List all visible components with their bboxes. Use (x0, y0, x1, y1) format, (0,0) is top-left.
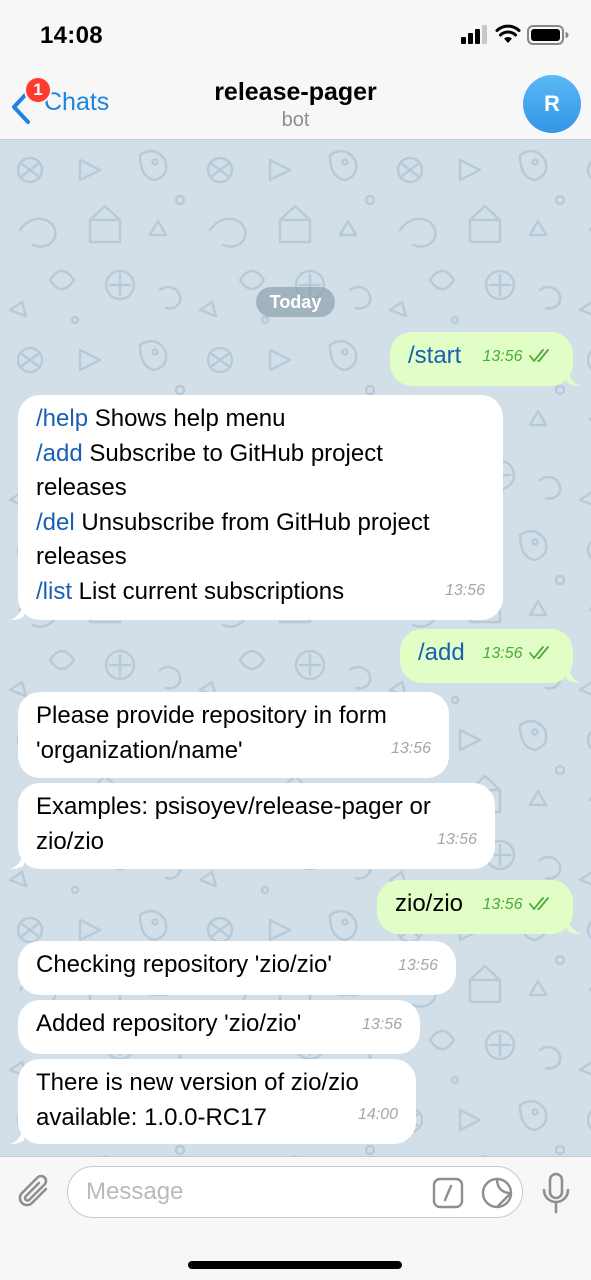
nav-bar: Chats 1 release-pager bot R (0, 66, 591, 140)
microphone-icon[interactable] (540, 1172, 572, 1214)
message-text: Unsubscribe from GitHub project (74, 508, 430, 536)
incoming-message[interactable]: /help Shows help menu /add Subscribe to … (10, 395, 503, 620)
message-line: /help Shows help menu (36, 402, 485, 437)
message-line: Examples: psisoyev/release-pager or (36, 793, 431, 820)
message-line: releases (36, 471, 485, 506)
message-time: 13:56 (444, 581, 485, 599)
bubble-tail (10, 1124, 24, 1144)
bubble-tail (567, 366, 581, 386)
wifi-icon (495, 24, 521, 43)
double-check-icon (529, 896, 549, 910)
message-line: Added repository 'zio/zio' (36, 1010, 302, 1037)
incoming-message[interactable]: Checking repository 'zio/zio' 13:56 (18, 941, 456, 995)
message-line: available: 1.0.0-RC17 (36, 1103, 267, 1131)
message-line: Please provide repository in form (36, 702, 387, 729)
message-time: 13:56 (436, 830, 477, 848)
status-bar: 14:08 (0, 0, 591, 66)
battery-icon (527, 25, 569, 45)
paperclip-icon[interactable] (16, 1173, 54, 1211)
chat-area[interactable]: Today /start 13:56 /help Shows help menu… (0, 140, 591, 1156)
double-check-icon (529, 348, 549, 362)
command-link[interactable]: /del (36, 509, 75, 536)
message-time: 13:56 (361, 1015, 402, 1033)
outgoing-message[interactable]: /start 13:56 (390, 332, 581, 386)
command-link[interactable]: /help (36, 405, 88, 432)
chat-subtitle: bot (281, 109, 310, 131)
message-field[interactable] (67, 1166, 523, 1218)
home-indicator (188, 1261, 402, 1269)
message-time: 13:56 (482, 347, 523, 365)
message-line: There is new version of zio/zio (36, 1069, 359, 1096)
message-line: 'organization/name' (36, 736, 243, 764)
double-check-icon (529, 645, 549, 659)
message-input[interactable] (86, 1175, 426, 1209)
message-text: Shows help menu (88, 405, 286, 432)
bubble-tail (10, 600, 24, 620)
command-link[interactable]: /add (36, 440, 83, 467)
bubble-tail (567, 914, 581, 934)
outgoing-message[interactable]: zio/zio 13:56 (377, 880, 581, 934)
avatar[interactable]: R (523, 75, 581, 133)
incoming-message[interactable]: There is new version of zio/zio availabl… (10, 1059, 416, 1144)
incoming-message[interactable]: Please provide repository in form 'organ… (18, 692, 449, 778)
message-time: 14:00 (357, 1105, 398, 1123)
incoming-message[interactable]: Added repository 'zio/zio' 13:56 (18, 1000, 420, 1054)
message-text: releases (36, 474, 127, 501)
message-time: 13:56 (397, 956, 438, 974)
unread-badge: 1 (24, 76, 52, 104)
message-time: 13:56 (482, 895, 523, 913)
back-label: Chats (44, 88, 110, 116)
message-line: releases (36, 540, 485, 575)
message-text: List current subscriptions (72, 577, 345, 605)
input-bar (0, 1156, 591, 1280)
back-button[interactable]: Chats 1 (10, 76, 130, 132)
command-link[interactable]: /list (36, 578, 72, 605)
message-text: Subscribe to GitHub project (82, 439, 383, 467)
status-time: 14:08 (40, 22, 103, 49)
message-line: Checking repository 'zio/zio' (36, 951, 332, 978)
sticker-icon[interactable] (480, 1176, 514, 1210)
message-time: 13:56 (390, 739, 431, 757)
message-line: /list List current subscriptions (36, 575, 485, 610)
message-line: zio/zio (36, 827, 105, 855)
message-line: /add Subscribe to GitHub project (36, 437, 485, 472)
chat-title[interactable]: release-pager (150, 78, 441, 107)
message-time: 13:56 (482, 644, 523, 662)
outgoing-message[interactable]: /add 13:56 (400, 629, 581, 683)
message-meta: 13:56 (483, 340, 554, 375)
bubble-tail (10, 849, 24, 869)
date-separator: Today (256, 287, 335, 317)
cellular-signal-icon (461, 25, 487, 44)
bubble-tail (567, 663, 581, 683)
slash-command-icon[interactable] (432, 1177, 464, 1209)
incoming-message[interactable]: Examples: psisoyev/release-pager or zio/… (10, 783, 495, 869)
message-meta: 13:56 (483, 637, 554, 672)
message-meta: 13:56 (483, 888, 554, 923)
message-text: releases (36, 543, 127, 570)
message-line: /del Unsubscribe from GitHub project (36, 506, 485, 541)
